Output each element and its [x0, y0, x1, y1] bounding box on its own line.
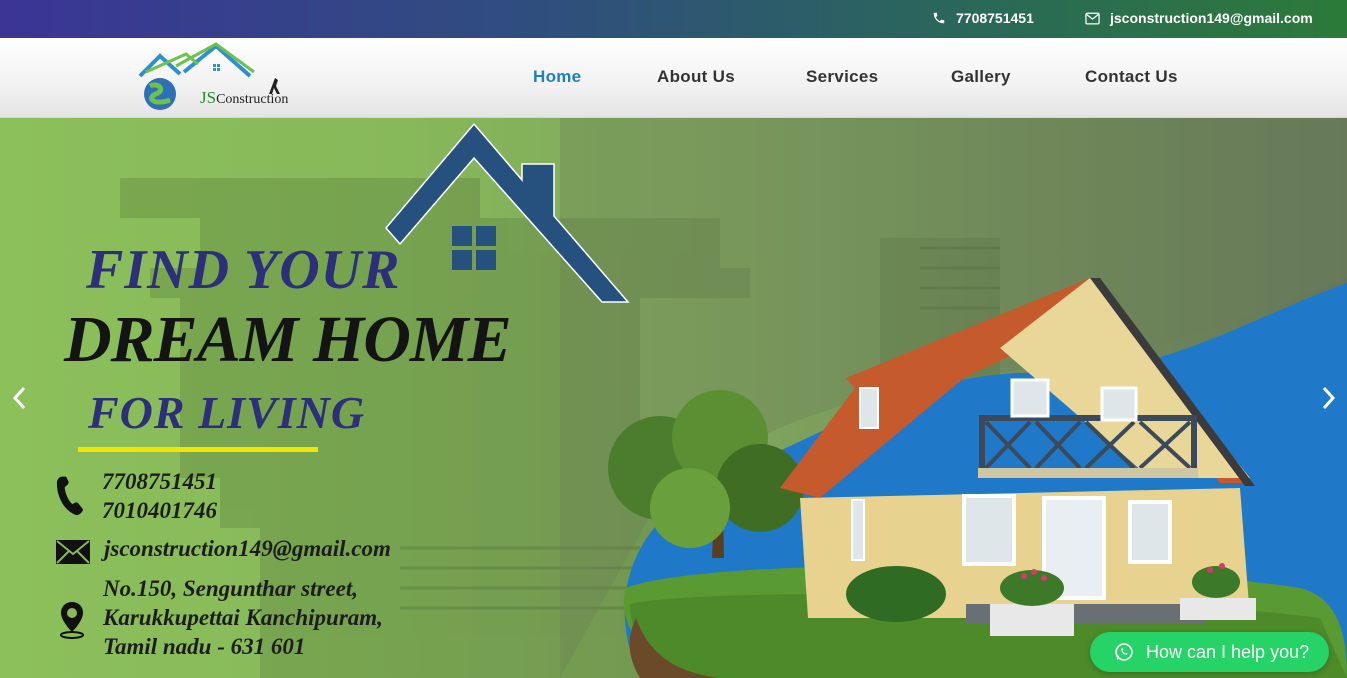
hero-email[interactable]: jsconstruction149@gmail.com [104, 534, 391, 563]
chat-label: How can I help you? [1146, 641, 1310, 662]
mail-icon [1085, 12, 1100, 24]
hero-headline-line1: FIND YOUR [86, 239, 401, 301]
nav-gallery[interactable]: Gallery [951, 67, 1011, 87]
hero-slider: FIND YOUR DREAM HOME FOR LIVING 77087514… [0, 118, 1347, 678]
whatsapp-icon [1115, 643, 1133, 661]
top-contact-bar: 7708751451 jsconstruction149@gmail.com [0, 0, 1347, 38]
phone-icon [56, 476, 84, 516]
hero-headline-line2: DREAM HOME [64, 303, 512, 376]
nav-services[interactable]: Services [806, 67, 878, 87]
hero-address: No.150, Sengunthar street, Karukkupettai… [103, 574, 383, 661]
nav-home[interactable]: Home [533, 67, 581, 87]
hero-phone-2: 7010401746 [102, 498, 217, 523]
topbar-email-text: jsconstruction149@gmail.com [1110, 10, 1313, 26]
phone-icon [933, 12, 945, 24]
logo-text: JSConstruction [200, 88, 289, 107]
hero-headline-line3: FOR LIVING [88, 387, 366, 438]
main-nav: Home About Us Services Gallery Contact U… [0, 67, 1347, 91]
topbar-email[interactable]: jsconstruction149@gmail.com [1085, 10, 1313, 26]
nav-contact-us[interactable]: Contact Us [1085, 67, 1178, 87]
topbar-phone-text: 7708751451 [956, 10, 1034, 26]
address-line-1: No.150, Sengunthar street, [103, 576, 358, 601]
hero-phone-numbers[interactable]: 7708751451 7010401746 [102, 467, 217, 525]
address-line-3: Tamil nadu - 631 601 [103, 634, 306, 659]
slider-next-button[interactable] [1318, 384, 1338, 417]
headline-underline [78, 447, 318, 452]
whatsapp-chat-button[interactable]: How can I help you? [1090, 632, 1329, 672]
hero-phone-1: 7708751451 [102, 469, 217, 494]
site-header: JSConstruction Home About Us Services Ga… [0, 38, 1347, 118]
chevron-left-icon [12, 386, 26, 410]
address-line-2: Karukkupettai Kanchipuram, [103, 605, 383, 630]
chevron-right-icon [1322, 386, 1336, 410]
mail-icon [56, 540, 90, 564]
location-icon [60, 602, 84, 639]
topbar-phone[interactable]: 7708751451 [932, 10, 1034, 26]
nav-about-us[interactable]: About Us [657, 67, 735, 87]
slider-prev-button[interactable] [10, 384, 30, 417]
